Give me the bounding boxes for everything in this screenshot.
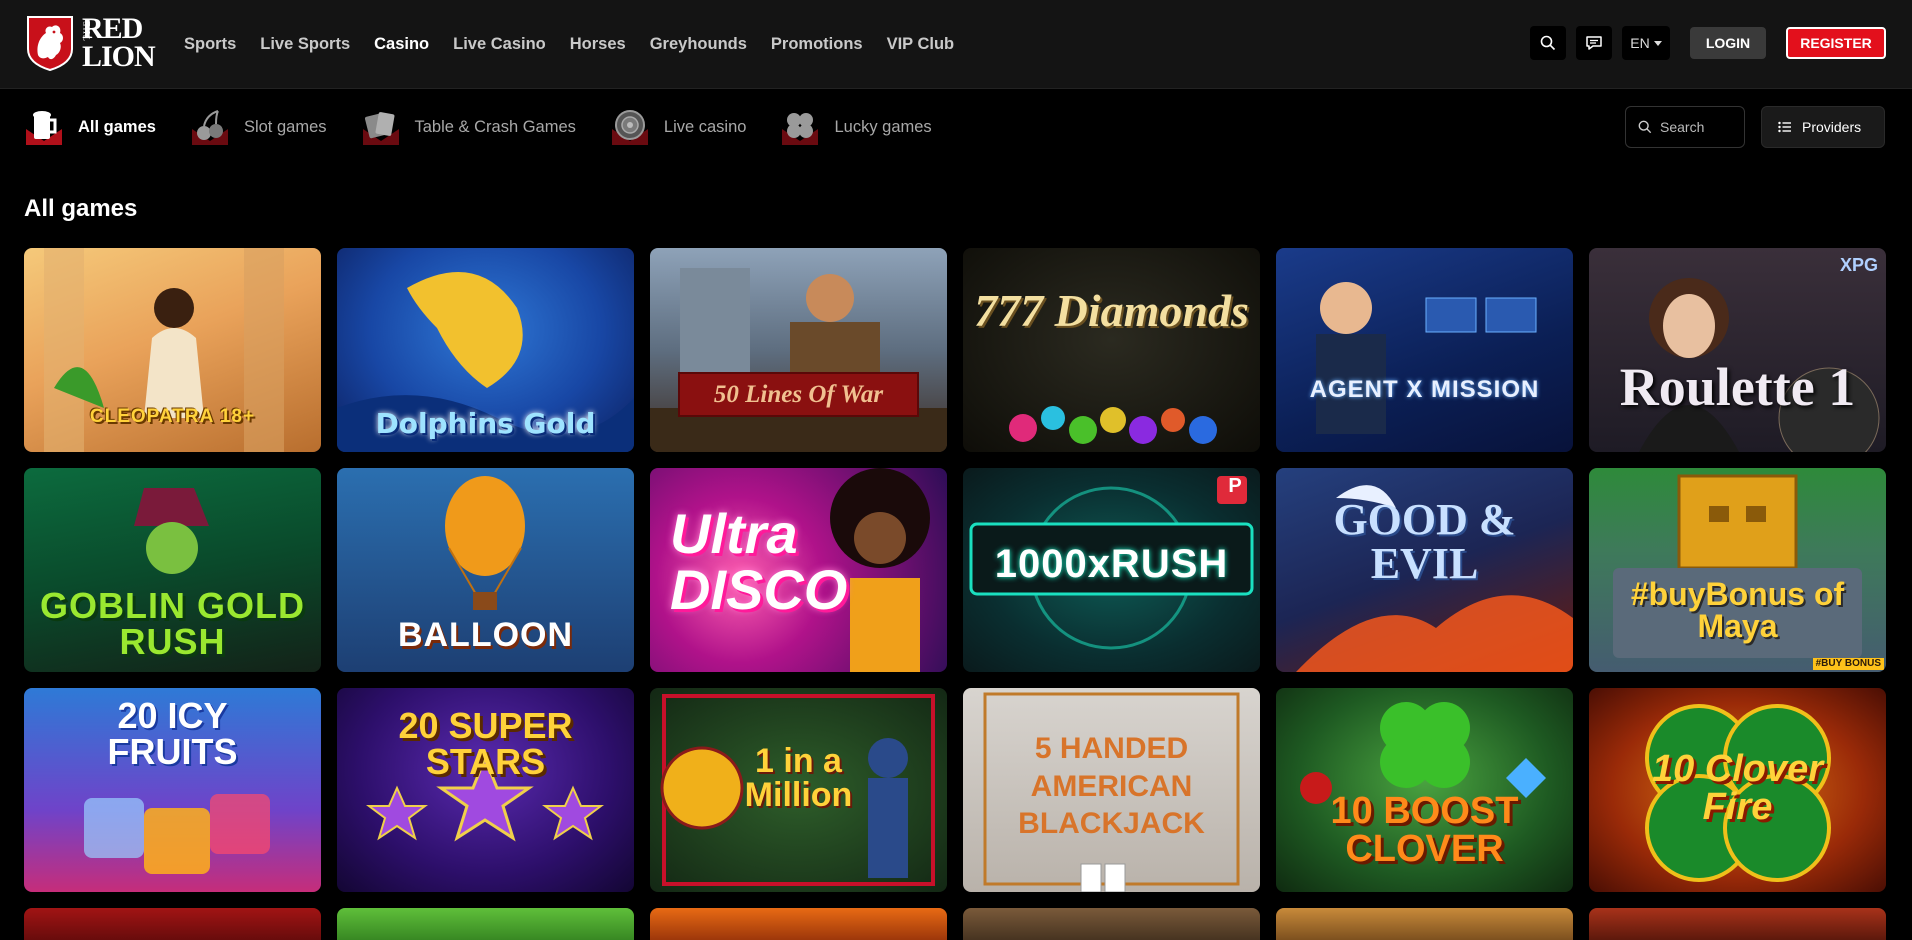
game-tile-1-in-a-million[interactable]: 1 in a Million [650,688,947,892]
nav-promotions[interactable]: Promotions [771,35,863,54]
game-tile[interactable] [24,908,321,940]
game-title: 10 BOOST CLOVER [1330,790,1519,870]
search-icon [1638,120,1652,134]
game-tile[interactable] [963,908,1260,940]
game-tile-777-diamonds[interactable]: 777 Diamonds [963,248,1260,452]
nav-sports[interactable]: Sports [184,35,236,54]
game-badge: P [1228,475,1242,497]
clover-icon [782,113,819,145]
lion-crest-icon [27,16,73,71]
providers-button[interactable]: Providers [1761,106,1885,148]
header-search-button[interactable] [1530,26,1566,60]
logo-word-lion: LION [82,40,156,73]
red-lion-logo[interactable]: THE RED LION [24,14,168,72]
game-tile[interactable] [337,908,634,940]
login-button[interactable]: LOGIN [1690,27,1766,59]
language-selector[interactable]: EN [1622,26,1670,60]
game-title: #buyBonus of Maya [1630,576,1845,644]
category-label: All games [78,117,156,136]
nav-horses[interactable]: Horses [570,35,626,54]
category-slot-games[interactable]: Slot games [190,107,327,147]
category-label: Table & Crash Games [414,117,576,136]
chevron-down-icon [1653,40,1662,46]
nav-live-casino[interactable]: Live Casino [453,35,546,54]
game-tile-20-super-stars[interactable]: 20 SUPER STARS [337,688,634,892]
game-tile-5-handed-american-blackjack[interactable]: 5 HANDED AMERICAN BLACKJACK [963,688,1260,892]
logo-the: THE [82,20,92,41]
game-badge: #BUY BONUS [1812,658,1884,670]
tile-artwork [1639,278,1880,452]
game-title: Ultra DISCO [670,502,848,621]
language-code: EN [1630,35,1650,51]
list-icon [1778,121,1791,133]
game-tile-goblin-gold-rush[interactable]: GOBLIN GOLD RUSH [24,468,321,672]
nav-casino[interactable]: Casino [374,35,429,54]
tile-artwork [1009,406,1217,444]
playing-cards-icon [362,112,399,145]
providers-label: Providers [1802,119,1862,135]
games-grid-next-row [24,908,1888,940]
category-label: Slot games [243,117,327,136]
game-tile-20-icy-fruits[interactable]: 20 ICY FRUITS [24,688,321,892]
game-tile-agent-x-mission[interactable]: AGENT X MISSION [1276,248,1573,452]
game-title: 1 in a Million [744,742,853,814]
game-tile-10-clover-fire[interactable]: 10 Clover Fire [1589,688,1886,892]
game-tile-10-boost-clover[interactable]: 10 BOOST CLOVER [1276,688,1573,892]
category-label: Live casino [663,117,747,136]
game-tile-good-and-evil[interactable]: GOOD & EVIL [1276,468,1573,672]
games-grid: CLEOPATRA 18+ Dolphins Gold 50 Lines Of … [24,248,1888,892]
games-search-input[interactable] [1660,119,1732,135]
header-actions: EN LOGIN REGISTER [1530,26,1886,60]
game-title: 10 Clover Fire [1651,748,1824,828]
chat-icon [1586,36,1602,50]
category-all-games[interactable]: All games [24,107,156,147]
game-title: BALLOON [397,616,574,654]
search-icon [1540,35,1556,51]
roulette-wheel-icon [611,110,648,145]
game-tile-1000x-rush[interactable]: P 1000xRUSH [963,468,1260,672]
cherries-icon [191,110,228,145]
game-title: AGENT X MISSION [1309,376,1540,403]
tile-artwork [650,268,947,452]
game-title: 20 SUPER STARS [398,705,573,782]
category-lucky-games[interactable]: Lucky games [780,107,932,147]
tile-artwork [1316,282,1537,434]
game-title: 777 Diamonds [974,285,1249,336]
game-tile-50-lines-of-war[interactable]: 50 Lines Of War [650,248,947,452]
game-title: CLEOPATRA 18+ [89,406,256,427]
game-badge: XPG [1839,255,1878,275]
game-tile-balloon[interactable]: BALLOON [337,468,634,672]
category-live-casino[interactable]: Live casino [610,107,747,147]
beer-mug-icon [26,111,62,145]
register-button[interactable]: REGISTER [1786,27,1886,59]
nav-vip-club[interactable]: VIP Club [887,35,955,54]
chat-button[interactable] [1576,26,1612,60]
game-title: 1000xRUSH [994,542,1229,586]
games-search-field[interactable] [1625,106,1745,148]
game-tile[interactable] [650,908,947,940]
game-tile-buybonus-of-maya[interactable]: #buyBonus of Maya #BUY BONUS [1589,468,1886,672]
game-tile-cleopatra[interactable]: CLEOPATRA 18+ [24,248,321,452]
game-title: 50 Lines Of War [678,372,919,417]
game-tile[interactable] [1589,908,1886,940]
game-title: GOBLIN GOLD RUSH [40,585,305,662]
game-tile-ultra-disco[interactable]: Ultra DISCO [650,468,947,672]
section-title: All games [24,195,138,222]
category-table-crash-games[interactable]: Table & Crash Games [361,107,576,147]
nav-greyhounds[interactable]: Greyhounds [650,35,747,54]
game-title: Roulette 1 [1619,357,1856,417]
game-title: Dolphins Gold [375,407,596,440]
game-title: 5 HANDED AMERICAN BLACKJACK [1018,732,1205,840]
game-tile[interactable] [1276,908,1573,940]
category-label: Lucky games [834,117,932,136]
game-tile-roulette-1[interactable]: XPG Roulette 1 [1589,248,1886,452]
game-title: GOOD & EVIL [1333,495,1516,588]
main-nav: Sports Live Sports Casino Live Casino Ho… [184,0,954,88]
top-header: THE RED LION Sports Live Sports Casino L… [0,0,1912,89]
nav-live-sports[interactable]: Live Sports [260,35,350,54]
game-tile-dolphins-gold[interactable]: Dolphins Gold [337,248,634,452]
game-title: 20 ICY FRUITS [107,695,238,772]
